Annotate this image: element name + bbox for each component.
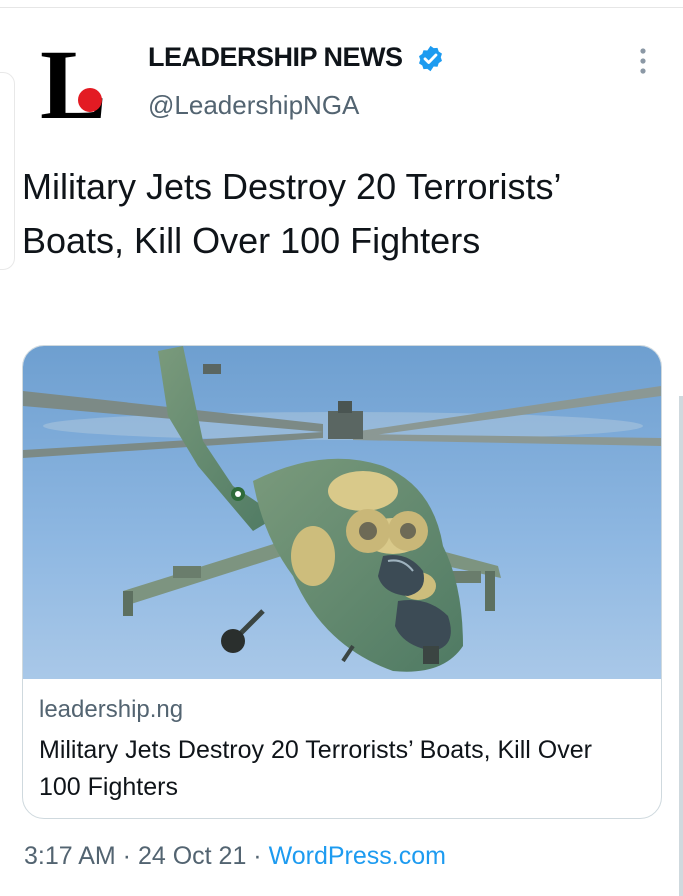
- account-handle[interactable]: @LeadershipNGA: [148, 90, 359, 121]
- logo-letter: L: [40, 38, 107, 128]
- scrollbar[interactable]: [679, 396, 683, 896]
- link-preview-card[interactable]: leadership.ng Military Jets Destroy 20 T…: [22, 345, 662, 819]
- side-panel-edge: [0, 72, 15, 270]
- card-title[interactable]: Military Jets Destroy 20 Terrorists’ Boa…: [39, 732, 639, 806]
- tweet-meta: 3:17 AM · 24 Oct 21 · WordPress.com: [24, 842, 446, 871]
- tweet-source-link[interactable]: WordPress.com: [269, 842, 446, 870]
- helicopter-image: [23, 346, 661, 679]
- top-divider: [0, 7, 683, 8]
- more-options-icon[interactable]: [636, 46, 650, 76]
- verified-badge-icon: [419, 45, 442, 72]
- card-domain[interactable]: leadership.ng: [39, 696, 183, 724]
- tweet-date[interactable]: 24 Oct 21: [138, 842, 246, 870]
- avatar-logo[interactable]: L: [38, 38, 118, 128]
- meta-separator: ·: [115, 842, 138, 870]
- account-name[interactable]: LEADERSHIP NEWS: [148, 42, 403, 73]
- tweet-time[interactable]: 3:17 AM: [24, 842, 116, 870]
- tweet-text: Military Jets Destroy 20 Terrorists’ Boa…: [22, 166, 561, 261]
- logo-red-dot: [78, 88, 102, 112]
- meta-separator-2: ·: [246, 842, 269, 870]
